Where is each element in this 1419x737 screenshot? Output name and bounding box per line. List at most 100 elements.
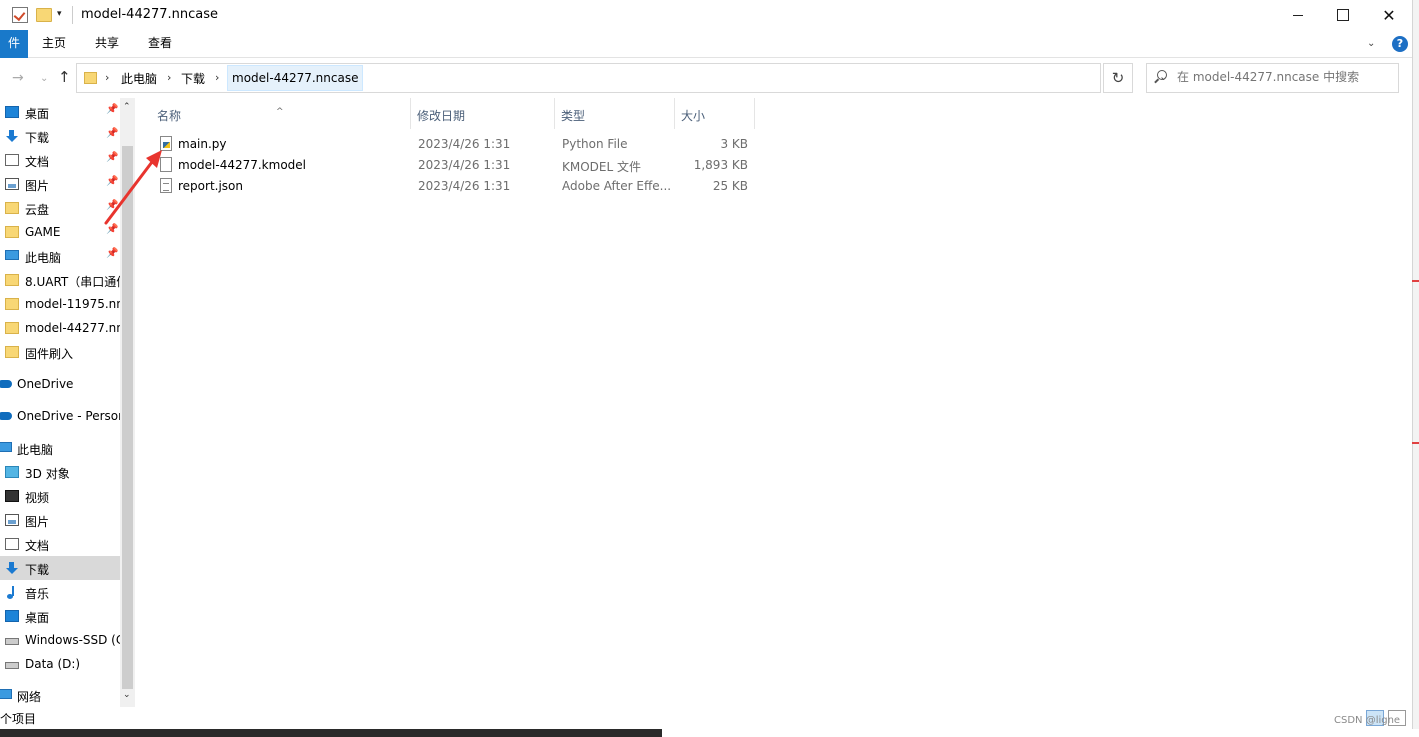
sidebar-item-label: 文档 — [25, 539, 50, 553]
sidebar-item-label: 视频 — [25, 491, 50, 505]
sidebar-item-label: 文档 — [25, 155, 50, 169]
minimize-button[interactable] — [1275, 0, 1321, 30]
sidebar-item-music[interactable]: 音乐 — [0, 580, 120, 604]
scroll-up-icon[interactable]: ⌃ — [123, 102, 131, 112]
file-size: 1,893 KB — [693, 158, 748, 172]
music-icon — [5, 586, 19, 599]
sidebar-item-3d-objects[interactable]: 3D 对象 — [0, 460, 120, 484]
ribbon: 件 主页 共享 查看 ⌄ ? — [0, 30, 1412, 58]
document-icon — [5, 538, 19, 550]
file-type: Adobe After Effe... — [562, 179, 672, 193]
new-folder-icon[interactable] — [36, 8, 52, 22]
column-header-label: 修改日期 — [417, 109, 466, 123]
file-row-main-py[interactable]: main.py 2023/4/26 1:31 Python File 3 KB — [152, 134, 752, 155]
refresh-button[interactable]: ↻ — [1103, 63, 1133, 93]
sidebar-item-onedrive-personal[interactable]: OneDrive - Personal — [0, 404, 120, 428]
breadcrumb-downloads[interactable]: 下载 — [181, 70, 205, 87]
search-box[interactable] — [1146, 63, 1399, 93]
file-size: 25 KB — [712, 179, 748, 193]
file-modified: 2023/4/26 1:31 — [418, 137, 511, 151]
sidebar-item-pictures[interactable]: 图片 — [0, 508, 120, 532]
sidebar-item-this-pc[interactable]: 此电脑 — [0, 436, 120, 460]
file-modified: 2023/4/26 1:31 — [418, 158, 511, 172]
sidebar-item-label: 图片 — [25, 515, 50, 529]
sidebar-item-label: 音乐 — [25, 587, 50, 601]
sidebar-item-model-11975[interactable]: model-11975.nncase — [0, 292, 120, 316]
window-title: model-44277.nncase — [81, 7, 219, 22]
item-count: 个项目 — [0, 712, 37, 726]
sidebar-item-uart-folder[interactable]: 8.UART（串口通信 — [0, 268, 120, 292]
breadcrumb-separator[interactable]: › — [167, 71, 171, 84]
recent-locations-icon[interactable]: ⌄ — [40, 73, 48, 84]
download-icon — [5, 562, 19, 574]
cube-icon — [5, 466, 19, 478]
annotation-arrow — [104, 150, 162, 225]
column-header-name[interactable]: 名称 ^ — [136, 98, 411, 129]
sidebar-item-onedrive[interactable]: OneDrive — [0, 372, 120, 396]
column-header-label: 类型 — [561, 109, 586, 123]
column-header-modified[interactable]: 修改日期 — [411, 98, 555, 129]
sidebar-item-network[interactable]: 网络 — [0, 683, 120, 707]
sidebar-item-drive-c[interactable]: Windows-SSD (C:) — [0, 628, 120, 652]
pin-icon: 📌 — [106, 248, 119, 259]
column-header-label: 大小 — [681, 109, 706, 123]
back-icon[interactable]: → — [12, 70, 24, 86]
cloud-icon — [0, 412, 12, 420]
properties-icon[interactable] — [12, 7, 28, 23]
sidebar-item-label: 3D 对象 — [25, 467, 70, 481]
close-button[interactable]: ✕ — [1366, 0, 1412, 30]
breadcrumb-separator[interactable]: › — [105, 71, 109, 84]
column-header-size[interactable]: 大小 — [675, 98, 755, 129]
help-icon[interactable]: ? — [1392, 36, 1408, 52]
sidebar-item-label: 云盘 — [25, 203, 50, 217]
tab-share[interactable]: 共享 — [95, 30, 119, 58]
sidebar-item-desktop[interactable]: 桌面 — [0, 604, 120, 628]
quick-access-dropdown-icon[interactable]: ▾ — [57, 9, 62, 19]
cloud-icon — [0, 380, 12, 388]
tab-home[interactable]: 主页 — [42, 30, 66, 58]
sidebar-item-label: OneDrive - Personal — [17, 409, 120, 423]
sidebar-item-model-44277[interactable]: model-44277.nncase — [0, 316, 120, 340]
sidebar-item-label: 下载 — [25, 563, 50, 577]
sidebar-item-label: 桌面 — [25, 107, 50, 121]
breadcrumb-this-pc[interactable]: 此电脑 — [121, 70, 157, 87]
pc-icon — [0, 442, 12, 452]
breadcrumb-separator[interactable]: › — [215, 71, 219, 84]
file-name: main.py — [178, 137, 227, 151]
background-strip — [662, 729, 1419, 737]
maximize-button[interactable] — [1320, 0, 1366, 30]
sidebar-item-videos[interactable]: 视频 — [0, 484, 120, 508]
sidebar-item-downloads[interactable]: 下载 — [0, 556, 120, 580]
pc-icon — [5, 250, 19, 260]
download-icon — [5, 130, 19, 142]
sidebar-item-downloads-pinned[interactable]: 下载 📌 — [0, 124, 120, 148]
folder-icon — [5, 274, 19, 286]
folder-icon — [84, 72, 97, 84]
file-row-report-json[interactable]: report.json 2023/4/26 1:31 Adobe After E… — [152, 176, 752, 197]
document-icon — [5, 154, 19, 166]
sidebar-item-label: Windows-SSD (C:) — [25, 633, 120, 647]
column-header-label: 名称 — [157, 109, 182, 123]
column-header-type[interactable]: 类型 — [555, 98, 675, 129]
ribbon-expand-icon[interactable]: ⌄ — [1367, 38, 1375, 49]
sidebar-item-firmware[interactable]: 固件刷入 — [0, 340, 120, 364]
tab-view[interactable]: 查看 — [148, 30, 172, 58]
sidebar-item-label: 固件刷入 — [25, 347, 74, 361]
sidebar-item-documents[interactable]: 文档 — [0, 532, 120, 556]
file-row-kmodel[interactable]: model-44277.kmodel 2023/4/26 1:31 KMODEL… — [152, 155, 752, 176]
scroll-down-icon[interactable]: ⌄ — [123, 690, 131, 700]
file-name: model-44277.kmodel — [178, 158, 306, 172]
pin-icon: 📌 — [106, 128, 119, 139]
file-list: 名称 ^ 修改日期 类型 大小 main.py 2023/4/26 1:31 P… — [136, 98, 1412, 707]
search-input[interactable] — [1177, 70, 1392, 84]
sidebar-item-this-pc-pinned[interactable]: 此电脑 📌 — [0, 244, 120, 268]
sidebar-item-drive-d[interactable]: Data (D:) — [0, 652, 120, 676]
sidebar-item-label: model-11975.nncase — [25, 297, 120, 311]
file-name: report.json — [178, 179, 243, 193]
tab-file[interactable]: 件 — [0, 30, 28, 58]
up-icon[interactable]: ↑ — [58, 68, 71, 86]
breadcrumb-current-folder[interactable]: model-44277.nncase — [227, 65, 364, 91]
annotation-arrow-shaft — [104, 160, 154, 225]
address-bar[interactable]: › 此电脑 › 下载 › model-44277.nncase ⌄ — [76, 63, 1168, 93]
sidebar-item-desktop-pinned[interactable]: 桌面 📌 — [0, 100, 120, 124]
